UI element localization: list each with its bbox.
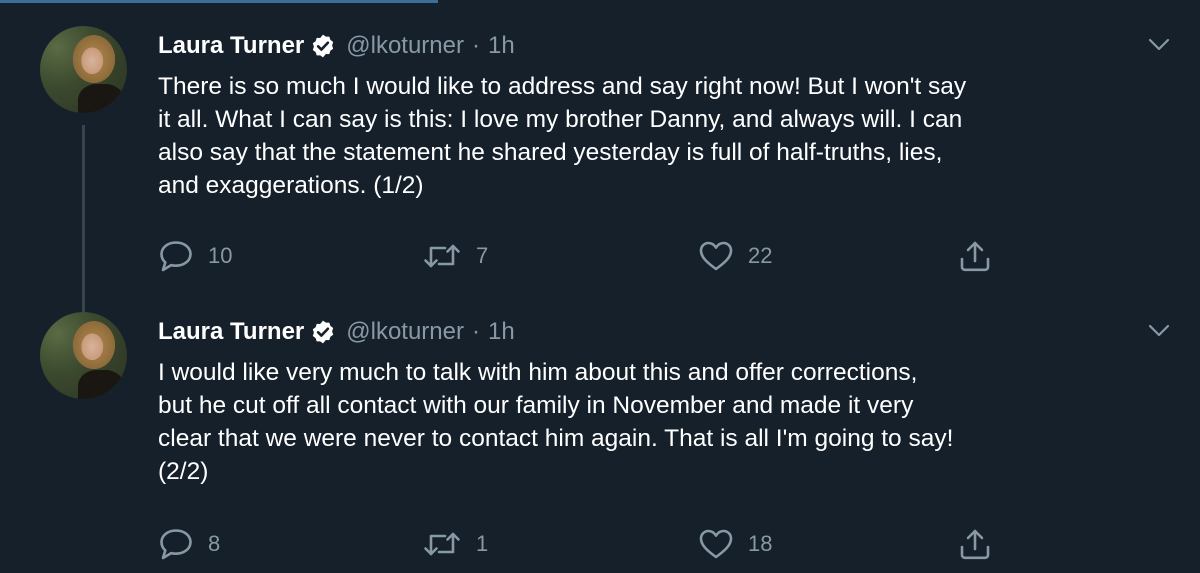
like-button[interactable]: 22 <box>698 236 772 276</box>
reply-count: 8 <box>208 531 221 556</box>
user-handle[interactable]: @lkoturner <box>346 318 464 346</box>
avatar[interactable] <box>40 26 127 113</box>
tweet[interactable]: Laura Turner @lkoturner · 1h I would lik… <box>0 300 1200 573</box>
display-name[interactable]: Laura Turner <box>158 318 304 346</box>
reply-button[interactable]: 8 <box>158 524 220 564</box>
heart-outline-icon <box>699 241 733 271</box>
verified-badge-icon <box>313 34 334 58</box>
heart-outline-icon <box>699 529 733 559</box>
retweet-button[interactable]: 1 <box>422 524 488 564</box>
chevron-down-icon[interactable] <box>1148 38 1170 52</box>
chevron-down-icon[interactable] <box>1148 324 1170 338</box>
reply-button[interactable]: 10 <box>158 236 232 276</box>
share-button[interactable] <box>958 524 992 564</box>
like-count: 18 <box>748 531 773 556</box>
like-count: 22 <box>748 243 773 268</box>
thread-connector-line <box>82 125 85 312</box>
tweet-actions: 10 7 22 <box>158 236 1018 276</box>
retweet-button[interactable]: 7 <box>422 236 488 276</box>
avatar[interactable] <box>40 312 127 399</box>
display-name[interactable]: Laura Turner <box>158 32 304 60</box>
retweet-arrows-icon <box>424 532 460 556</box>
timestamp[interactable]: 1h <box>488 32 515 60</box>
tweet-actions: 8 1 18 <box>158 524 1018 564</box>
retweet-arrows-icon <box>424 244 460 268</box>
separator-dot: · <box>472 318 480 345</box>
tweet-header: Laura Turner @lkoturner · 1h <box>158 28 515 64</box>
timestamp[interactable]: 1h <box>488 318 515 346</box>
user-handle[interactable]: @lkoturner <box>346 32 464 60</box>
share-upload-icon <box>960 241 990 272</box>
share-button[interactable] <box>958 236 992 276</box>
reply-count: 10 <box>208 243 233 268</box>
speech-bubble-icon <box>160 529 192 560</box>
verified-badge-icon <box>313 320 334 344</box>
tweet-text: I would like very much to talk with him … <box>158 359 954 485</box>
tweet-text: There is so much I would like to address… <box>158 73 967 199</box>
retweet-count: 1 <box>476 531 489 556</box>
retweet-count: 7 <box>476 243 489 268</box>
speech-bubble-icon <box>160 241 192 272</box>
separator-dot: · <box>472 32 480 59</box>
tweet[interactable]: Laura Turner @lkoturner · 1h There is so… <box>0 0 1200 312</box>
like-button[interactable]: 18 <box>698 524 772 564</box>
share-upload-icon <box>960 529 990 560</box>
tweet-header: Laura Turner @lkoturner · 1h <box>158 314 515 350</box>
